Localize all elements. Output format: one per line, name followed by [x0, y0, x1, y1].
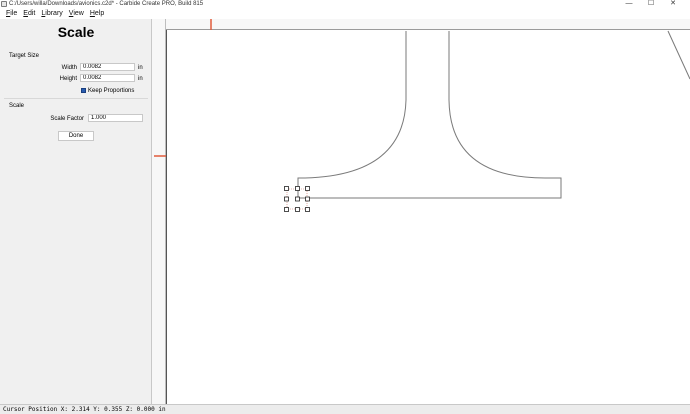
canvas-overlay: [154, 19, 690, 404]
resize-handle-e[interactable]: [305, 196, 310, 202]
resize-handle-nw[interactable]: [284, 186, 289, 191]
resize-handle-n[interactable]: [295, 186, 300, 191]
resize-handle-w[interactable]: [284, 196, 289, 202]
resize-handle-s[interactable]: [295, 207, 300, 212]
vector-line-right[interactable]: [667, 30, 690, 80]
status-bar: Cursor Position X: 2.314 Y: 0.355 Z: 0.0…: [0, 404, 690, 414]
cursor-position-readout: Cursor Position X: 2.314 Y: 0.355 Z: 0.0…: [3, 406, 166, 413]
move-handle-center[interactable]: [295, 196, 300, 202]
resize-handle-sw[interactable]: [284, 207, 289, 212]
vector-shape-outline[interactable]: [297, 31, 562, 199]
resize-handle-se[interactable]: [305, 207, 310, 212]
resize-handle-ne[interactable]: [305, 186, 310, 191]
